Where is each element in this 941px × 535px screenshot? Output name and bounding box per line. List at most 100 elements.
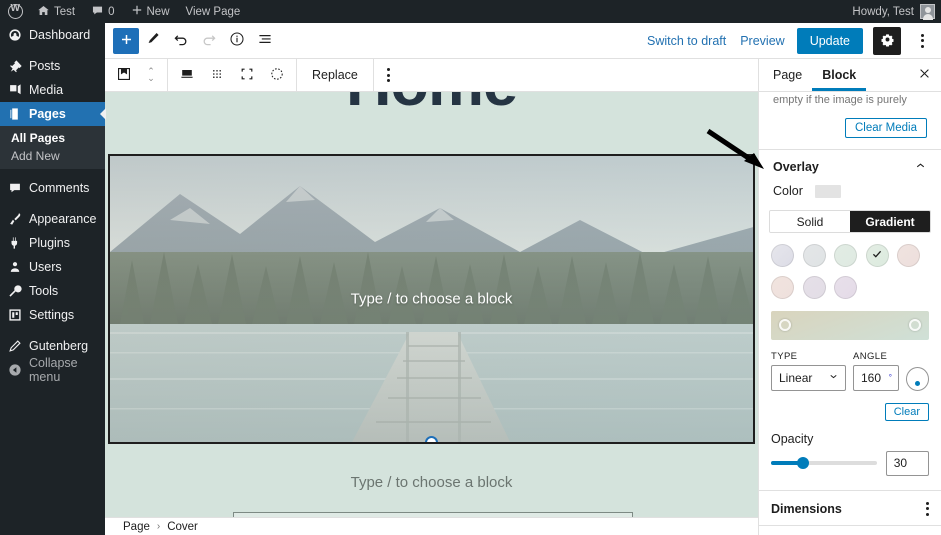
overlay-color-swatch[interactable]: [814, 184, 841, 198]
gradient-tab[interactable]: Gradient: [850, 211, 930, 232]
preview-button[interactable]: Preview: [738, 34, 786, 48]
content-position-button[interactable]: [262, 60, 292, 90]
view-page-link[interactable]: View Page: [178, 0, 249, 23]
settings-sliders-icon: [7, 308, 22, 323]
plug-icon: [7, 236, 22, 251]
comment-bubble-icon: [91, 4, 104, 20]
breadcrumb-item-page[interactable]: Page: [123, 521, 150, 533]
cover-resize-handle[interactable]: [424, 436, 438, 442]
chevron-up-icon[interactable]: [914, 159, 927, 175]
overlay-color-row[interactable]: Color: [759, 184, 941, 204]
settings-toggle-button[interactable]: [873, 26, 901, 55]
drag-button[interactable]: [202, 60, 232, 90]
collapse-menu-button[interactable]: Collapse menu: [0, 356, 105, 384]
block-movers[interactable]: ⌃ ⌄: [139, 60, 163, 90]
gradient-swatch-2[interactable]: [834, 244, 857, 267]
more-options-button[interactable]: [911, 27, 933, 55]
new-content-menu[interactable]: New: [123, 0, 178, 23]
gradient-swatch-4[interactable]: [897, 244, 920, 267]
cover-block[interactable]: Type / to choose a block: [108, 154, 755, 444]
solid-tab[interactable]: Solid: [770, 211, 850, 232]
sidebar-item-users[interactable]: Users: [0, 255, 105, 279]
cover-inner-placeholder[interactable]: Type / to choose a block: [110, 291, 753, 308]
details-button[interactable]: [223, 27, 251, 55]
gradient-stop-handle-end[interactable]: [909, 319, 921, 331]
page-title[interactable]: Home: [105, 92, 758, 120]
list-view-button[interactable]: [251, 27, 279, 55]
sidebar-item-posts[interactable]: Posts: [0, 54, 105, 78]
cover-block-icon: [116, 66, 132, 85]
opacity-number-input[interactable]: 30: [885, 450, 929, 476]
dimensions-options-button[interactable]: [926, 501, 929, 516]
gradient-swatch-0[interactable]: [771, 244, 794, 267]
breadcrumb: Page › Cover: [105, 517, 758, 535]
replace-button[interactable]: Replace: [301, 60, 369, 90]
wordpress-logo-button[interactable]: [0, 0, 29, 23]
info-circle-icon: [229, 31, 245, 50]
sidebar-item-comments[interactable]: Comments: [0, 176, 105, 200]
site-name-menu[interactable]: Test: [29, 0, 83, 23]
collapse-arrow-icon: [7, 363, 22, 378]
opacity-slider[interactable]: [771, 457, 877, 469]
sidebar-item-dashboard[interactable]: Dashboard: [0, 23, 105, 47]
gradient-angle-input[interactable]: 160 °: [853, 364, 899, 391]
block-type-group: ⌃ ⌄: [105, 59, 168, 91]
tab-block[interactable]: Block: [812, 59, 866, 91]
content-position-icon: [269, 66, 285, 85]
dimensions-section-header[interactable]: Dimensions: [759, 491, 941, 525]
sidebar-item-pages[interactable]: Pages: [0, 102, 106, 126]
opacity-control-row: 30: [759, 450, 941, 476]
account-menu[interactable]: Howdy, Test: [852, 4, 941, 20]
breadcrumb-separator: ›: [156, 521, 161, 532]
comments-menu[interactable]: 0: [83, 0, 122, 23]
move-down-icon[interactable]: ⌄: [147, 74, 155, 83]
clear-gradient-button[interactable]: Clear: [884, 402, 929, 421]
gradient-preview-bar[interactable]: [771, 310, 929, 340]
sidebar-item-plugins[interactable]: Plugins: [0, 231, 105, 255]
sidebar-item-gutenberg[interactable]: Gutenberg: [0, 334, 105, 358]
editor-canvas[interactable]: Home: [105, 92, 758, 517]
add-block-button[interactable]: [113, 27, 139, 54]
block-more-options-button[interactable]: [378, 61, 400, 89]
gradient-swatch-3[interactable]: [865, 244, 889, 267]
gradient-swatch-6[interactable]: [802, 275, 826, 299]
angle-picker-dial[interactable]: [906, 366, 929, 391]
sidebar-item-label: Posts: [29, 59, 61, 73]
view-page-label: View Page: [185, 5, 241, 18]
switch-to-draft-button[interactable]: Switch to draft: [645, 34, 728, 48]
opacity-slider-thumb[interactable]: [796, 457, 809, 469]
tools-button[interactable]: [139, 27, 167, 55]
clear-media-button[interactable]: Clear Media: [845, 118, 927, 138]
fullscreen-button[interactable]: [232, 60, 262, 90]
editor-actions: Switch to draft Preview Update: [645, 26, 933, 55]
align-button[interactable]: [172, 60, 202, 90]
sidebar-divider: [0, 200, 105, 207]
block-type-button[interactable]: [109, 60, 139, 90]
sidebar-subitem-add-new[interactable]: Add New: [0, 147, 105, 165]
sidebar-item-tools[interactable]: Tools: [0, 279, 105, 303]
gradient-swatch-5[interactable]: [771, 275, 794, 299]
gradient-type-select[interactable]: Linear: [771, 364, 846, 391]
sidebar-item-settings[interactable]: Settings: [0, 303, 105, 327]
breadcrumb-item-cover[interactable]: Cover: [167, 521, 198, 533]
padding-label: Padding: [759, 524, 941, 535]
gradient-swatch-1[interactable]: [802, 244, 826, 267]
overlay-section-header[interactable]: Overlay: [759, 150, 941, 184]
sidebar-subitem-all-pages[interactable]: All Pages: [0, 129, 105, 147]
alt-text-hint: empty if the image is purely decorative.: [773, 94, 907, 108]
gradient-stop-handle-start[interactable]: [779, 319, 791, 331]
paragraph-placeholder[interactable]: Type / to choose a block: [105, 474, 758, 491]
close-settings-button[interactable]: [911, 62, 937, 88]
wrench-icon: [7, 284, 22, 299]
gradient-swatch-7[interactable]: [834, 275, 857, 299]
users-icon: [7, 260, 22, 275]
tab-page[interactable]: Page: [763, 59, 812, 91]
sidebar-item-media[interactable]: Media: [0, 78, 105, 102]
redo-button[interactable]: [195, 27, 223, 55]
full-width-align-icon: [179, 66, 195, 85]
undo-button[interactable]: [167, 27, 195, 55]
sidebar-item-appearance[interactable]: Appearance: [0, 207, 105, 231]
sidebar-item-label: Gutenberg: [29, 339, 89, 353]
home-icon: [37, 4, 50, 20]
update-button[interactable]: Update: [796, 27, 863, 54]
